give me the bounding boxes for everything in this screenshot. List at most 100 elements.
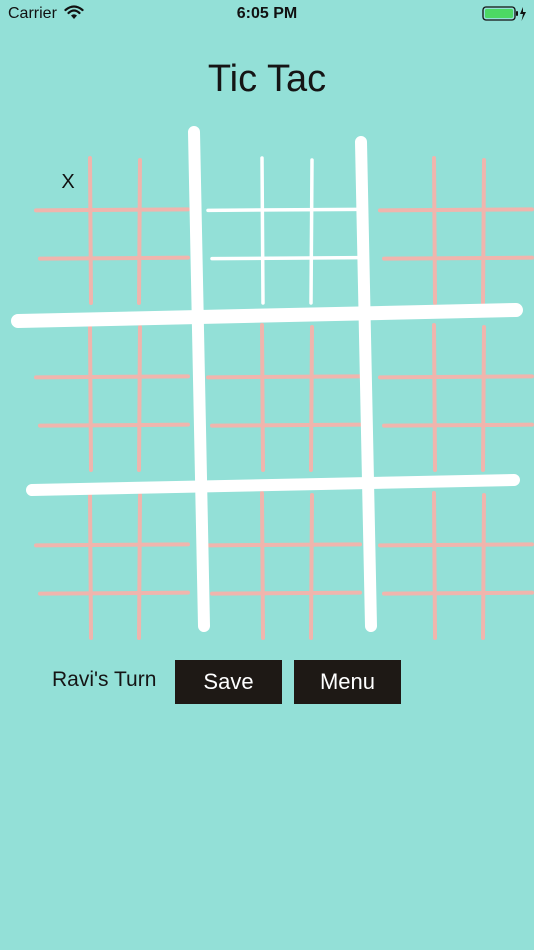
board-cell[interactable] — [382, 325, 432, 373]
sub-grid-line — [432, 323, 437, 472]
board-cell[interactable] — [310, 590, 360, 638]
board-cell[interactable] — [482, 541, 532, 589]
board-cell[interactable] — [38, 255, 88, 303]
board-cell[interactable] — [432, 255, 482, 303]
menu-button[interactable]: Menu — [294, 660, 401, 704]
board-cell[interactable] — [432, 158, 482, 206]
board-cell[interactable] — [138, 255, 188, 303]
sub-grid-line — [210, 422, 362, 428]
board-cell[interactable] — [138, 206, 188, 254]
board-cell[interactable] — [260, 541, 310, 589]
board-cell[interactable] — [138, 493, 188, 541]
board-cell[interactable] — [210, 255, 260, 303]
board-cell[interactable] — [260, 158, 310, 206]
board-cell[interactable] — [260, 325, 310, 373]
board-cell[interactable] — [382, 590, 432, 638]
board-cell[interactable] — [482, 206, 532, 254]
board-cell[interactable] — [138, 541, 188, 589]
board-cell[interactable] — [88, 373, 138, 421]
sub-grid-line — [382, 255, 534, 261]
sub-grid-line — [210, 255, 362, 261]
board-cell[interactable] — [310, 422, 360, 470]
board-cell[interactable] — [310, 255, 360, 303]
board-cell[interactable] — [382, 373, 432, 421]
board-cell[interactable] — [432, 373, 482, 421]
board-cell[interactable] — [310, 541, 360, 589]
board-cell[interactable] — [310, 206, 360, 254]
sub-grid-line — [88, 491, 93, 640]
board-cell[interactable] — [382, 158, 432, 206]
game-board: X — [11, 126, 534, 640]
save-button[interactable]: Save — [175, 660, 282, 704]
board-cell[interactable] — [432, 206, 482, 254]
board-cell[interactable] — [432, 325, 482, 373]
board-cell[interactable] — [382, 206, 432, 254]
page-title: Tic Tac — [207, 58, 327, 100]
board-cell[interactable] — [310, 373, 360, 421]
sub-grid-line — [34, 542, 190, 548]
board-cell[interactable] — [88, 590, 138, 638]
sub-grid-line — [309, 158, 314, 305]
board-cell[interactable] — [210, 590, 260, 638]
board-cell[interactable] — [310, 493, 360, 541]
board-cell[interactable] — [88, 541, 138, 589]
board-cell[interactable] — [260, 373, 310, 421]
board-cell[interactable] — [138, 325, 188, 373]
board-cell[interactable] — [88, 422, 138, 470]
board-cell[interactable] — [482, 590, 532, 638]
board-cell[interactable] — [432, 422, 482, 470]
sub-grid-line — [432, 156, 437, 305]
board-cell[interactable] — [382, 541, 432, 589]
board-cell[interactable] — [260, 493, 310, 541]
board-cell[interactable] — [88, 255, 138, 303]
board-cell[interactable] — [138, 590, 188, 638]
board-cell[interactable] — [260, 422, 310, 470]
board-cell[interactable] — [210, 158, 260, 206]
sub-grid-line — [481, 493, 486, 640]
board-cell[interactable] — [260, 206, 310, 254]
sub-grid-line — [88, 156, 93, 305]
sub-grid-line — [260, 323, 265, 472]
board-cell[interactable] — [38, 206, 88, 254]
board-cell[interactable] — [88, 325, 138, 373]
board-cell[interactable] — [482, 493, 532, 541]
board-cell[interactable] — [88, 206, 138, 254]
board-cell[interactable] — [138, 422, 188, 470]
board-cell[interactable] — [38, 373, 88, 421]
board-cell[interactable] — [260, 590, 310, 638]
main-grid-line — [26, 474, 520, 496]
board-cell[interactable] — [38, 493, 88, 541]
board-cell[interactable] — [482, 255, 532, 303]
board-cell[interactable] — [260, 255, 310, 303]
board-cell[interactable] — [210, 325, 260, 373]
board-cell[interactable] — [432, 590, 482, 638]
board-cell[interactable] — [210, 541, 260, 589]
board-cell[interactable] — [38, 422, 88, 470]
board-cell[interactable] — [88, 158, 138, 206]
board-cell[interactable] — [382, 255, 432, 303]
board-cell[interactable] — [210, 206, 260, 254]
board-cell[interactable] — [382, 493, 432, 541]
board-cell[interactable] — [138, 158, 188, 206]
board-cell[interactable] — [432, 541, 482, 589]
board-cell[interactable] — [482, 158, 532, 206]
board-cell[interactable] — [482, 422, 532, 470]
board-cell[interactable] — [210, 493, 260, 541]
sub-grid-line — [38, 422, 190, 428]
board-cell[interactable] — [88, 493, 138, 541]
board-cell[interactable] — [210, 422, 260, 470]
sub-grid-line — [378, 542, 534, 548]
board-cell[interactable] — [38, 590, 88, 638]
board-cell[interactable] — [138, 373, 188, 421]
board-cell[interactable] — [310, 325, 360, 373]
board-cell[interactable] — [482, 373, 532, 421]
sub-grid-line — [137, 493, 142, 640]
board-cell[interactable] — [38, 541, 88, 589]
board-cell[interactable] — [382, 422, 432, 470]
board-cell[interactable] — [310, 158, 360, 206]
board-cell[interactable] — [38, 325, 88, 373]
sub-grid-line — [206, 207, 362, 213]
board-cell[interactable] — [432, 493, 482, 541]
board-cell[interactable] — [210, 373, 260, 421]
board-cell[interactable] — [482, 325, 532, 373]
